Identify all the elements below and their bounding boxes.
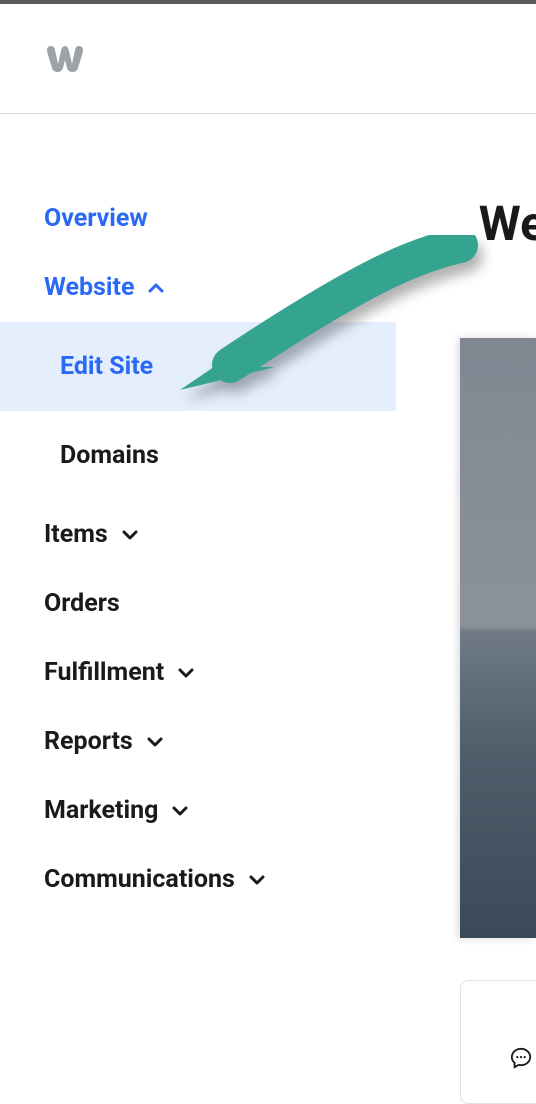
chevron-down-icon xyxy=(120,525,140,545)
nav-items-label: Items xyxy=(44,520,108,549)
sidebar: Overview Website Edit Site Domains Items… xyxy=(0,114,396,914)
nav-reports[interactable]: Reports xyxy=(0,707,396,776)
nav-items[interactable]: Items xyxy=(0,500,396,569)
nav-marketing-label: Marketing xyxy=(44,796,158,825)
nav-website[interactable]: Website xyxy=(0,253,396,322)
nav-website-label: Website xyxy=(44,273,134,302)
app-header xyxy=(0,4,536,114)
card-fragment xyxy=(460,980,536,1104)
nav-fulfillment[interactable]: Fulfillment xyxy=(0,638,396,707)
nav-orders-label: Orders xyxy=(44,589,120,618)
nav-overview[interactable]: Overview xyxy=(0,184,396,253)
chevron-down-icon xyxy=(247,870,267,890)
page-title: We xyxy=(479,195,536,252)
nav-domains-label: Domains xyxy=(60,441,159,470)
chat-icon xyxy=(510,1047,532,1073)
nav-overview-label: Overview xyxy=(44,204,148,233)
nav-fulfillment-label: Fulfillment xyxy=(44,658,164,687)
nav-edit-site-label: Edit Site xyxy=(60,352,153,381)
chevron-down-icon xyxy=(170,801,190,821)
nav-communications[interactable]: Communications xyxy=(0,845,396,914)
nav-marketing[interactable]: Marketing xyxy=(0,776,396,845)
nav-domains[interactable]: Domains xyxy=(0,411,396,500)
nav-communications-label: Communications xyxy=(44,865,235,894)
nav-reports-label: Reports xyxy=(44,727,133,756)
weebly-logo[interactable] xyxy=(44,44,86,74)
chevron-down-icon xyxy=(176,663,196,683)
nav-orders[interactable]: Orders xyxy=(0,569,396,638)
site-preview-image xyxy=(460,338,536,938)
chevron-down-icon xyxy=(145,732,165,752)
chevron-up-icon xyxy=(146,278,166,298)
nav-edit-site[interactable]: Edit Site xyxy=(0,322,396,411)
